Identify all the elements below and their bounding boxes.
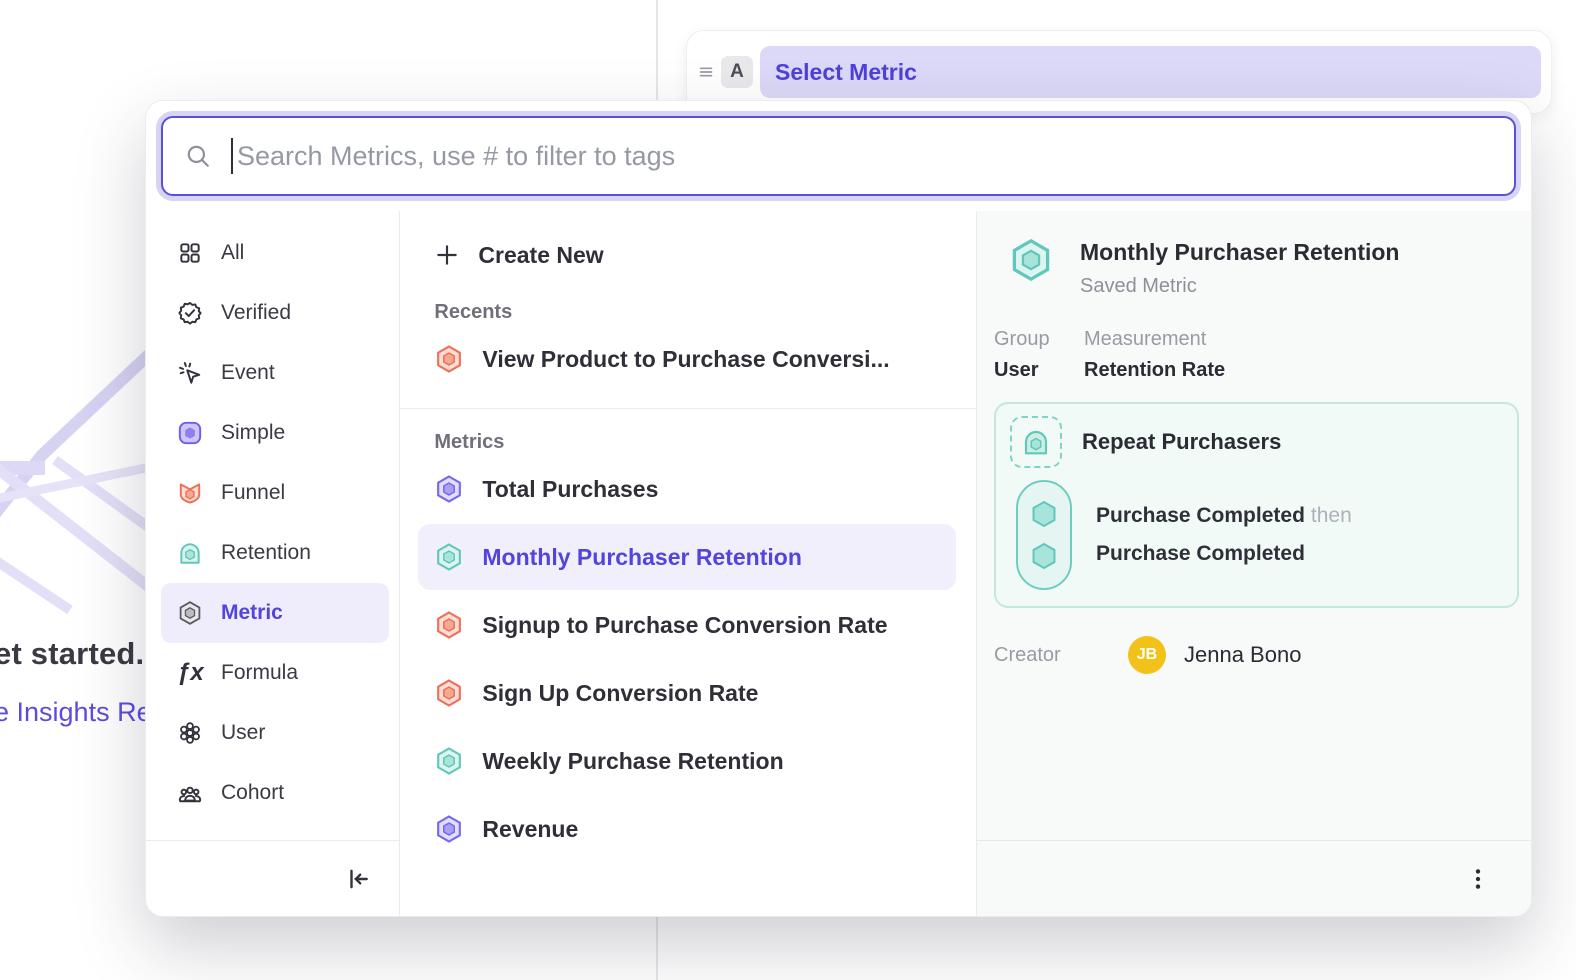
metric-picker-modal: Search Metrics, use # to filter to tags … bbox=[145, 100, 1532, 917]
creator-row: Creator JB Jenna Bono bbox=[994, 636, 1519, 674]
cohort-definition-icon bbox=[1010, 416, 1062, 468]
metric-item-monthly-purchaser-retention[interactable]: Monthly Purchaser Retention bbox=[418, 524, 956, 590]
sidebar-item-label: All bbox=[221, 241, 244, 265]
event-hexagon-icon bbox=[1027, 497, 1061, 531]
retention-metric-hexagon-icon bbox=[434, 746, 464, 776]
event-hexagon-icon bbox=[1027, 539, 1061, 573]
screen: et started. e Insights Re A Select Metri… bbox=[0, 0, 1576, 980]
group-label: Group bbox=[994, 328, 1060, 351]
sidebar-item-label: Event bbox=[221, 361, 275, 385]
sidebar-item-label: Cohort bbox=[221, 781, 284, 805]
creator-label: Creator bbox=[994, 644, 1128, 667]
group-value: User bbox=[994, 359, 1060, 382]
definition-step-2: Purchase Completed bbox=[1096, 542, 1305, 565]
detail-title: Monthly Purchaser Retention bbox=[1080, 237, 1399, 266]
user-cluster-icon bbox=[177, 720, 203, 746]
definition-title: Repeat Purchasers bbox=[1082, 429, 1281, 455]
search-placeholder: Search Metrics, use # to filter to tags bbox=[237, 141, 675, 172]
recent-item[interactable]: View Product to Purchase Conversi... bbox=[418, 326, 956, 392]
measurement-label: Measurement bbox=[1084, 328, 1225, 351]
sidebar-item-label: Metric bbox=[221, 601, 283, 625]
background-insights-link-fragment[interactable]: e Insights Re bbox=[0, 697, 152, 728]
search-icon bbox=[185, 143, 211, 169]
recents-section-label: Recents bbox=[400, 301, 976, 324]
sidebar-item-cohort[interactable]: Cohort bbox=[161, 763, 389, 823]
retention-arch-icon bbox=[177, 540, 203, 566]
metric-detail-panel: Monthly Purchaser Retention Saved Metric… bbox=[977, 211, 1531, 916]
metric-list-column: Create New Recents View Product to Purch… bbox=[400, 211, 977, 916]
detail-meta: Group User Measurement Retention Rate bbox=[994, 328, 1519, 382]
funnel-metric-hexagon-icon bbox=[434, 678, 464, 708]
creator-avatar: JB bbox=[1128, 636, 1166, 674]
sidebar-item-formula[interactable]: ƒx Formula bbox=[161, 643, 389, 703]
metric-item-signup-to-purchase-conversion-rate[interactable]: Signup to Purchase Conversion Rate bbox=[418, 592, 956, 658]
collapse-panel-icon[interactable] bbox=[345, 866, 371, 892]
metric-item-label: Revenue bbox=[482, 816, 578, 843]
detail-subtitle: Saved Metric bbox=[1080, 275, 1399, 298]
sidebar-item-verified[interactable]: Verified bbox=[161, 283, 389, 343]
search-input[interactable]: Search Metrics, use # to filter to tags bbox=[161, 116, 1516, 196]
cohort-people-icon bbox=[177, 780, 203, 806]
kebab-menu-icon[interactable] bbox=[1465, 866, 1491, 892]
sidebar-item-label: User bbox=[221, 721, 265, 745]
plus-icon bbox=[434, 242, 460, 268]
funnel-metric-hexagon-icon bbox=[434, 344, 464, 374]
metric-item-label: Signup to Purchase Conversion Rate bbox=[482, 612, 887, 639]
formula-fx-icon: ƒx bbox=[177, 659, 203, 687]
metric-letter-badge: A bbox=[721, 56, 753, 88]
metric-item-revenue[interactable]: Revenue bbox=[418, 796, 956, 862]
creator-name: Jenna Bono bbox=[1184, 642, 1301, 668]
event-metric-hexagon-icon bbox=[434, 474, 464, 504]
measurement-value: Retention Rate bbox=[1084, 359, 1225, 382]
grid-icon bbox=[177, 240, 203, 266]
verified-badge-icon bbox=[177, 300, 203, 326]
sidebar-item-user[interactable]: User bbox=[161, 703, 389, 763]
funnel-icon bbox=[177, 480, 203, 506]
recent-item-label: View Product to Purchase Conversi... bbox=[482, 346, 889, 373]
metric-item-label: Total Purchases bbox=[482, 476, 658, 503]
metric-item-sign-up-conversion-rate[interactable]: Sign Up Conversion Rate bbox=[418, 660, 956, 726]
sidebar-item-all[interactable]: All bbox=[161, 223, 389, 283]
background-heading-fragment: et started. bbox=[0, 636, 144, 672]
sidebar-item-metric[interactable]: Metric bbox=[161, 583, 389, 643]
funnel-metric-hexagon-icon bbox=[434, 610, 464, 640]
drag-handle-icon[interactable] bbox=[695, 61, 717, 83]
definition-step-1: Purchase Completed bbox=[1096, 504, 1305, 527]
sidebar-item-label: Retention bbox=[221, 541, 311, 565]
definition-connector: then bbox=[1311, 504, 1352, 527]
text-cursor bbox=[231, 138, 233, 174]
simple-borecard-icon bbox=[177, 420, 203, 446]
event-sequence-capsule bbox=[1016, 480, 1072, 590]
list-divider bbox=[400, 408, 976, 409]
sidebar-item-label: Verified bbox=[221, 301, 291, 325]
metric-item-label: Weekly Purchase Retention bbox=[482, 748, 783, 775]
sidebar-item-label: Simple bbox=[221, 421, 285, 445]
sidebar-item-retention[interactable]: Retention bbox=[161, 523, 389, 583]
retention-metric-hexagon-icon bbox=[1008, 237, 1054, 283]
sidebar-item-label: Funnel bbox=[221, 481, 285, 505]
metric-hexagon-icon bbox=[177, 600, 203, 626]
create-new-button[interactable]: Create New bbox=[400, 231, 976, 279]
select-metric-label: Select Metric bbox=[775, 59, 917, 86]
sidebar-footer bbox=[146, 840, 399, 916]
detail-footer bbox=[977, 840, 1531, 916]
metric-item-label: Sign Up Conversion Rate bbox=[482, 680, 758, 707]
cursor-click-icon bbox=[177, 360, 203, 386]
metric-definition-card: Repeat Purchasers bbox=[994, 402, 1519, 608]
metric-item-weekly-purchase-retention[interactable]: Weekly Purchase Retention bbox=[418, 728, 956, 794]
sidebar-item-funnel[interactable]: Funnel bbox=[161, 463, 389, 523]
metric-item-label: Monthly Purchaser Retention bbox=[482, 544, 801, 571]
metric-item-total-purchases[interactable]: Total Purchases bbox=[418, 456, 956, 522]
retention-metric-hexagon-icon bbox=[434, 542, 464, 572]
sidebar-item-event[interactable]: Event bbox=[161, 343, 389, 403]
create-new-label: Create New bbox=[478, 242, 603, 269]
event-metric-hexagon-icon bbox=[434, 814, 464, 844]
sidebar-item-label: Formula bbox=[221, 661, 298, 685]
category-sidebar: All Verified bbox=[146, 211, 400, 916]
sidebar-item-simple[interactable]: Simple bbox=[161, 403, 389, 463]
metrics-section-label: Metrics bbox=[400, 431, 976, 454]
select-metric-field[interactable]: Select Metric bbox=[760, 46, 1541, 98]
